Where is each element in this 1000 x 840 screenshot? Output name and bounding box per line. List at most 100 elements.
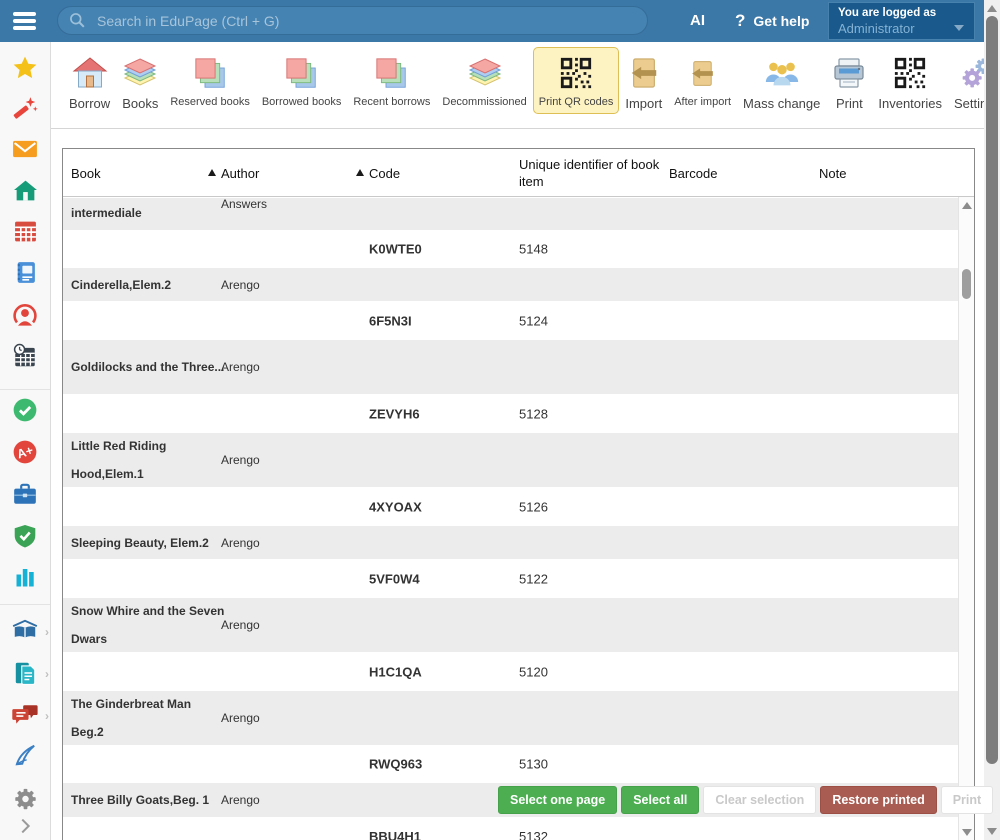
sidebar-item-shield[interactable]	[0, 523, 50, 554]
sidebar-item-gear[interactable]	[0, 786, 50, 816]
sidebar-item-person[interactable]	[0, 302, 50, 333]
table-row-book-copy[interactable]: BBU4H15132	[63, 818, 958, 840]
page-scrollbar[interactable]	[984, 0, 1000, 840]
sidebar-item-bar-chart[interactable]	[0, 565, 50, 594]
toolbar-item-label: Print	[836, 96, 863, 111]
select-one-page-button[interactable]: Select one page	[498, 786, 617, 814]
column-header-note[interactable]: Note	[819, 149, 969, 197]
column-header-book[interactable]: Book	[71, 149, 201, 197]
select-all-button[interactable]: Select all	[621, 786, 699, 814]
sidebar-item-calendar-clock[interactable]	[0, 343, 50, 374]
column-header-author[interactable]: Author	[221, 149, 351, 197]
sidebar-item-documents[interactable]: ›	[0, 660, 50, 691]
table-row-book-copy[interactable]: ZEVYH65128	[63, 395, 958, 432]
book-unique-identifier: 5126	[519, 499, 548, 514]
table-row-book-copy[interactable]: H1C1QA5120	[63, 653, 958, 690]
sidebar-item-envelope[interactable]	[0, 136, 50, 167]
book-author: Arengo	[221, 711, 260, 725]
table-scrollbar-thumb[interactable]	[962, 269, 971, 299]
table-row-book-copy[interactable]: 5VF0W45122	[63, 560, 958, 597]
toolbar-item-after-import[interactable]: After import	[668, 47, 737, 114]
sidebar-item-magic-wand[interactable]	[0, 95, 50, 126]
book-unique-identifier: 5130	[519, 757, 548, 772]
toolbar-item-recent-borrows[interactable]: Recent borrows	[347, 47, 436, 114]
toolbar-item-print-qr-codes[interactable]: Print QR codes	[533, 47, 620, 114]
sort-asc-icon[interactable]	[208, 169, 216, 176]
sidebar-item-library[interactable]: ›	[0, 618, 50, 649]
sidebar-item-pen[interactable]	[0, 742, 50, 773]
toolbar-item-books[interactable]: Books	[116, 47, 164, 117]
library-toolbar: BorrowBooksReserved booksBorrowed books R…	[51, 42, 984, 129]
table-row-book[interactable]: Little Red Riding Hood,Elem.1Arengo	[63, 432, 958, 488]
book-author: Answers	[221, 197, 267, 211]
library-icon	[11, 618, 39, 649]
hamburger-menu-icon[interactable]	[13, 12, 36, 33]
sidebar-item-check-badge[interactable]	[0, 397, 50, 428]
print-button: Print	[941, 786, 993, 814]
table-body: intermedialeAnswersK0WTE05148Cinderella,…	[63, 197, 958, 840]
column-header-unique-identifier-of-book-item[interactable]: Unique identifier of book item	[519, 149, 674, 197]
search-input[interactable]	[95, 12, 637, 30]
table-row-book[interactable]: Cinderella,Elem.2Arengo	[63, 267, 958, 302]
get-help-label: Get help	[753, 0, 809, 42]
table-row-book[interactable]: Snow Whire and the Seven DwarsArengo	[63, 597, 958, 653]
book-author: Arengo	[221, 453, 260, 467]
page-scroll-up-icon[interactable]	[987, 5, 997, 12]
toolbar-item-decommissioned[interactable]: Decommissioned	[436, 47, 532, 114]
sidebar-item-grade-badge[interactable]: A+	[0, 439, 50, 470]
sidebar-item-briefcase[interactable]	[0, 481, 50, 512]
page-scroll-down-icon[interactable]	[987, 828, 997, 835]
book-title: The Ginderbreat Man Beg.2	[71, 690, 226, 746]
table-scrollbar[interactable]	[958, 197, 974, 840]
sidebar-item-chat[interactable]: ›	[0, 702, 50, 733]
documents-icon	[12, 660, 38, 691]
scroll-down-icon[interactable]	[962, 829, 972, 836]
bar-chart-icon	[13, 565, 37, 594]
book-title: Snow Whire and the Seven Dwars	[71, 597, 226, 653]
toolbar-item-reserved-books[interactable]: Reserved books	[164, 47, 256, 114]
table-row-book[interactable]: Sleeping Beauty, Elem.2Arengo	[63, 525, 958, 560]
page-scrollbar-thumb[interactable]	[986, 16, 998, 764]
stack-icon	[285, 54, 318, 92]
selection-actions: Select one pageSelect allClear selection…	[498, 786, 993, 814]
scroll-up-icon[interactable]	[962, 202, 972, 209]
toolbar-item-label: Recent borrows	[353, 96, 430, 108]
toolbar-item-print[interactable]: Print	[826, 47, 872, 117]
magic-wand-icon	[12, 95, 38, 126]
sidebar-item-house[interactable]	[0, 178, 50, 208]
book-unique-identifier: 5120	[519, 664, 548, 679]
grade-badge-icon: A+	[12, 439, 38, 470]
table-row-book-copy[interactable]: 6F5N3I5124	[63, 302, 958, 339]
chevron-right-icon	[14, 815, 36, 840]
table-row-book[interactable]: The Ginderbreat Man Beg.2Arengo	[63, 690, 958, 746]
search-box[interactable]	[57, 6, 648, 35]
ai-button[interactable]: AI	[690, 0, 705, 42]
sidebar-item-notebook[interactable]	[0, 260, 50, 290]
house-borrow-icon	[72, 54, 108, 92]
get-help-button[interactable]: ? Get help	[735, 0, 809, 42]
sidebar-item-chevron-right[interactable]	[0, 815, 50, 840]
table-row-book-copy[interactable]: RWQ963 5130	[63, 746, 958, 782]
column-header-code[interactable]: Code	[369, 149, 509, 197]
toolbar-item-import[interactable]: Import	[619, 47, 668, 117]
toolbar-item-mass-change[interactable]: Mass change	[737, 47, 826, 117]
toolbar-item-label: Mass change	[743, 96, 820, 111]
book-code: RWQ963	[369, 757, 422, 772]
sidebar-divider	[0, 604, 50, 605]
sidebar-item-calendar[interactable]	[0, 219, 50, 249]
calendar-clock-icon	[12, 343, 38, 374]
user-menu[interactable]: You are logged as Administrator	[828, 2, 975, 40]
sort-asc-icon[interactable]	[356, 169, 364, 176]
book-unique-identifier: 5128	[519, 406, 548, 421]
table-row-book[interactable]: intermedialeAnswers	[63, 197, 958, 231]
table-row-book[interactable]: Goldilocks and the Three...Arengo	[63, 339, 958, 395]
restore-printed-button[interactable]: Restore printed	[820, 786, 936, 814]
toolbar-item-inventories[interactable]: Inventories	[872, 47, 948, 117]
table-row-book-copy[interactable]: K0WTE05148	[63, 231, 958, 267]
toolbar-item-borrow[interactable]: Borrow	[63, 47, 116, 117]
toolbar-item-borrowed-books[interactable]: Borrowed books	[256, 47, 348, 114]
column-header-barcode[interactable]: Barcode	[669, 149, 809, 197]
book-title: Sleeping Beauty, Elem.2	[71, 529, 226, 557]
table-row-book-copy[interactable]: 4XYOAX5126	[63, 488, 958, 525]
sidebar-item-star[interactable]	[0, 55, 50, 86]
